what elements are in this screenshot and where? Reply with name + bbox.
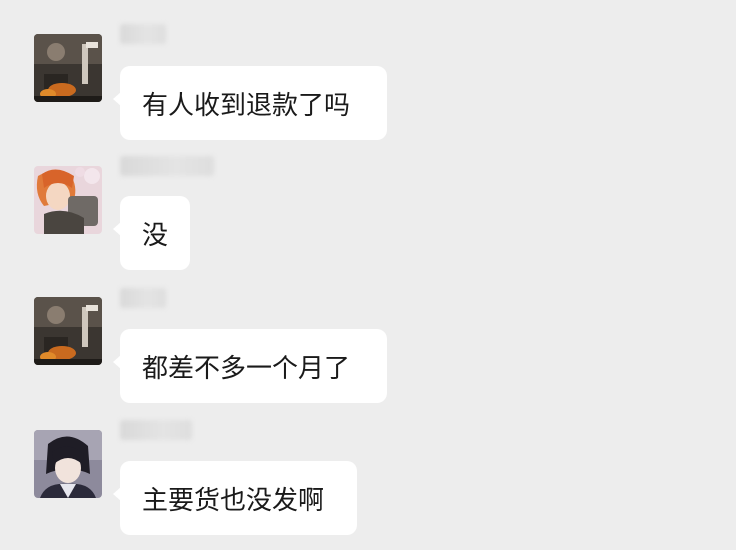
sender-name-blurred (120, 24, 166, 44)
message-text: 主要货也没发啊 (142, 485, 325, 516)
sender-name-blurred (120, 420, 192, 440)
message-text: 有人收到退款了吗 (142, 90, 351, 121)
message-bubble[interactable]: 有人收到退款了吗 (113, 66, 387, 140)
chat-message-list: 有人收到退款了吗 没 都差不多一个月了 主要货也没发啊 (0, 0, 736, 550)
sender-name-blurred (120, 156, 214, 176)
message-bubble[interactable]: 没 (113, 196, 190, 270)
dark-figure-avatar-icon[interactable] (34, 34, 102, 102)
message-bubble[interactable]: 都差不多一个月了 (113, 329, 387, 403)
message-text: 没 (142, 220, 169, 251)
orange-hair-anime-avatar-icon[interactable] (34, 166, 102, 234)
message-bubble[interactable]: 主要货也没发啊 (113, 461, 357, 535)
message-text: 都差不多一个月了 (142, 353, 351, 384)
dark-hair-anime-avatar-icon[interactable] (34, 430, 102, 498)
sender-name-blurred (120, 288, 166, 308)
dark-figure-avatar-icon[interactable] (34, 297, 102, 365)
